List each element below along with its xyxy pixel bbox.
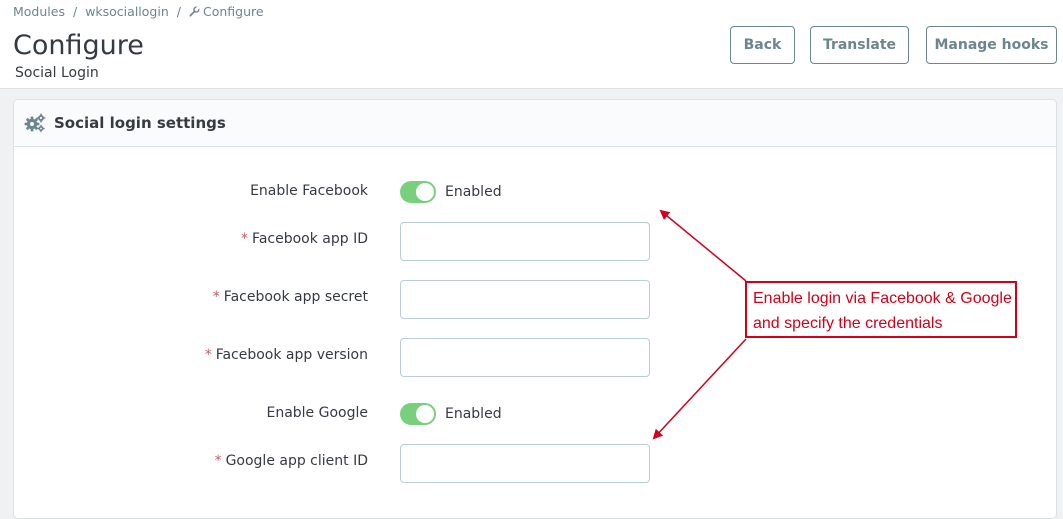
annotation-arrows bbox=[652, 209, 747, 440]
annotation-line-2: and specify the credentials bbox=[753, 315, 943, 332]
annotation-line-1: Enable login via Facebook & Google bbox=[753, 290, 1012, 307]
annotation-callout: Enable login via Facebook & Google and s… bbox=[745, 281, 1017, 338]
arrow-to-google bbox=[652, 338, 747, 440]
arrow-to-facebook bbox=[659, 209, 747, 282]
